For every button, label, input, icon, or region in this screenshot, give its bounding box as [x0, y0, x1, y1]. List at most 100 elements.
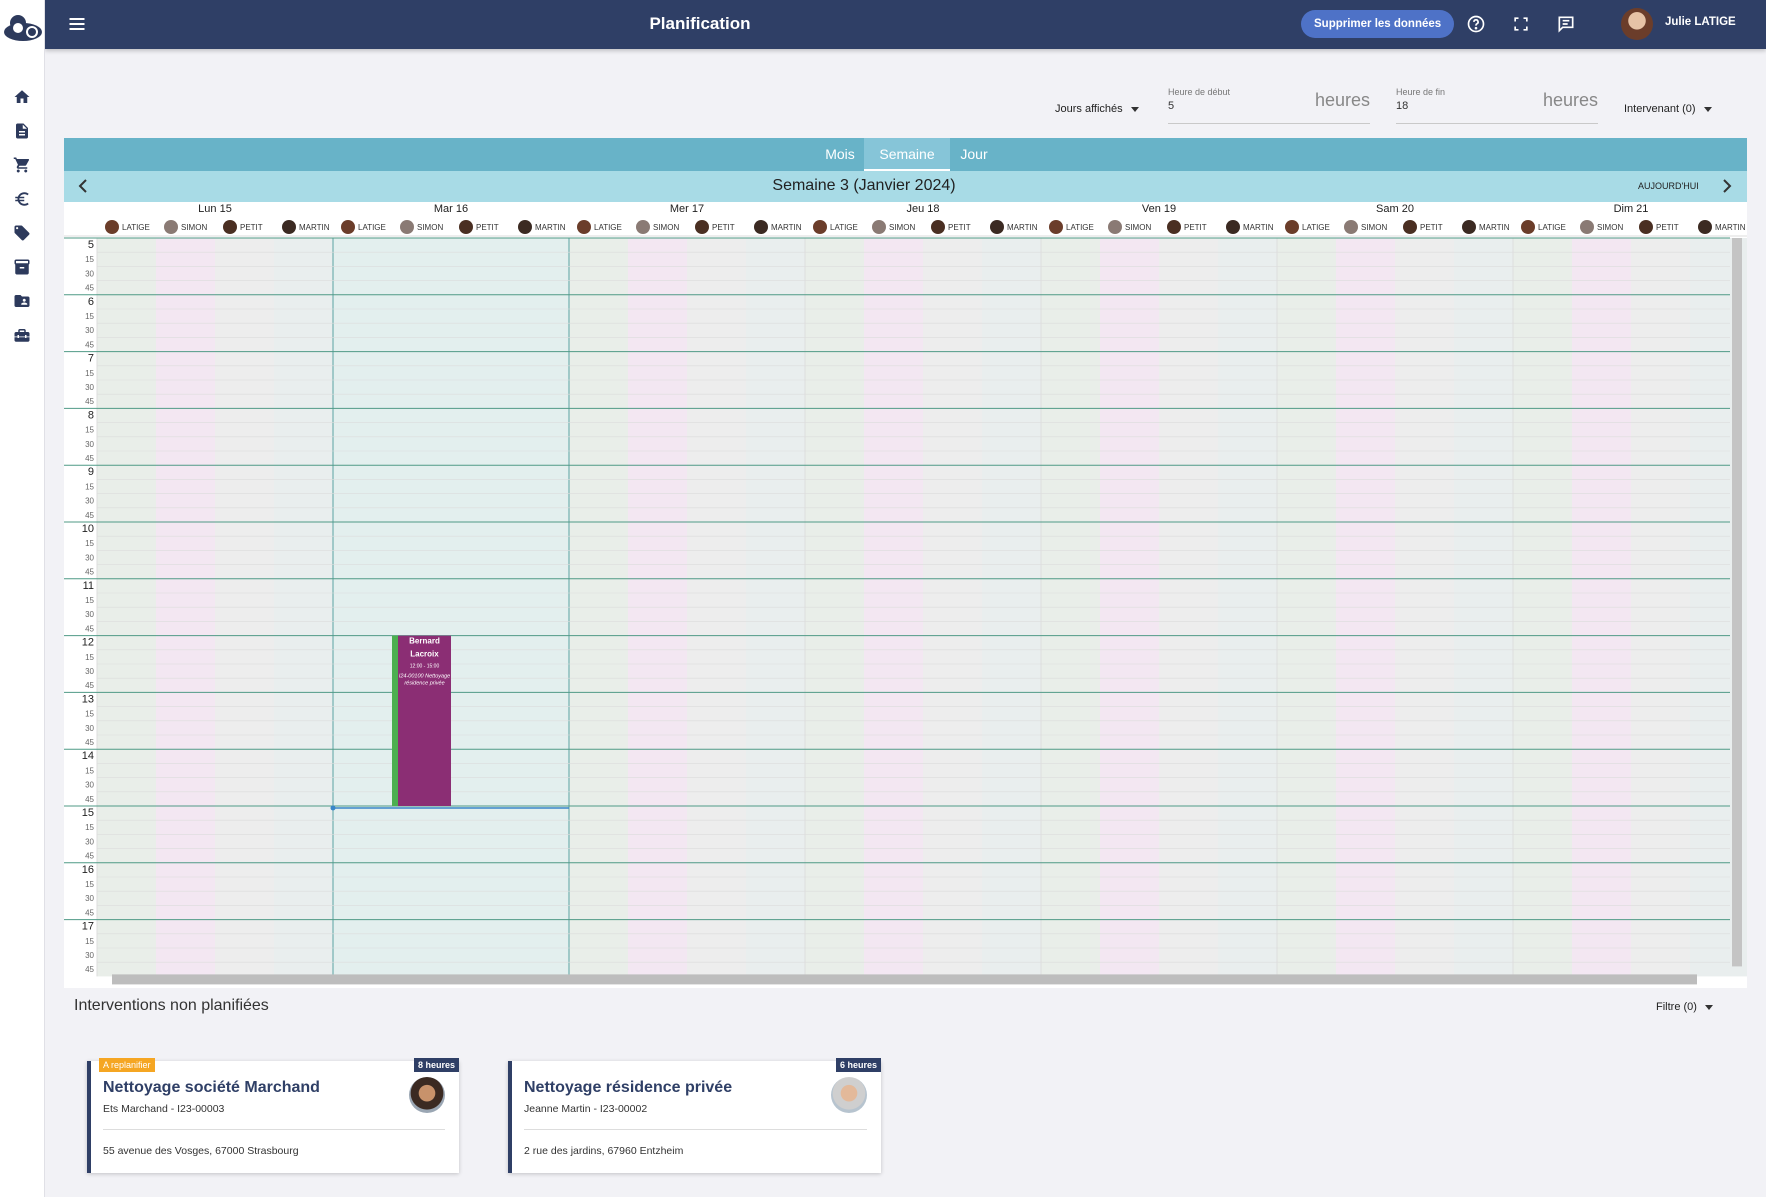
staff-label: MARTIN — [1007, 223, 1038, 232]
event-description: résidence privée — [404, 681, 444, 687]
day-header: Mer 17 — [670, 203, 704, 215]
quarter-label: 30 — [85, 951, 94, 960]
end-hour-input[interactable] — [1396, 100, 1516, 112]
week-navigation: Semaine 3 (Janvier 2024) AUJOURD'HUI — [64, 171, 1747, 202]
event-title-line: Lacroix — [410, 650, 439, 659]
help-icon[interactable] — [1466, 14, 1486, 34]
tab-week[interactable]: Semaine — [864, 138, 950, 171]
start-hour-field[interactable]: Heure de début heures — [1168, 87, 1370, 124]
week-title: Semaine 3 (Janvier 2024) — [772, 177, 956, 194]
start-hour-unit: heures — [1314, 90, 1370, 110]
cart-icon[interactable] — [12, 155, 32, 175]
quarter-label: 15 — [85, 766, 94, 775]
quarter-label: 15 — [85, 653, 94, 662]
staff-label: PETIT — [948, 223, 971, 232]
hours-badge: 6 heures — [835, 1058, 881, 1072]
unplanned-filter-select[interactable]: Filtre (0) — [1656, 1001, 1713, 1013]
card-divider — [103, 1129, 445, 1130]
staff-avatar — [164, 220, 178, 234]
event-title-line: Bernard — [409, 637, 440, 646]
card-title: Nettoyage résidence privée — [524, 1079, 733, 1096]
quarter-label: 30 — [85, 837, 94, 846]
quarter-label: 30 — [85, 610, 94, 619]
unplanned-card[interactable]: A replanifier 8 heures Nettoyage société… — [87, 1058, 459, 1173]
staff-avatar — [990, 220, 1004, 234]
staff-label: MARTIN — [1479, 223, 1510, 232]
week-calendar[interactable]: Lun 15 LATIGE SIMON PETIT MARTIN Mar 16 LATIGE… — [64, 202, 1747, 988]
quarter-label: 15 — [85, 312, 94, 321]
quarter-label: 45 — [85, 454, 94, 463]
chevron-down-icon — [1130, 106, 1139, 112]
start-hour-input[interactable] — [1168, 100, 1288, 112]
staff-label: SIMON — [653, 223, 679, 232]
next-week-icon[interactable] — [1718, 178, 1734, 194]
home-icon[interactable] — [12, 87, 32, 107]
staff-label: SIMON — [889, 223, 915, 232]
staff-label: MARTIN — [1715, 223, 1746, 232]
staff-avatar — [1698, 220, 1712, 234]
today-button[interactable]: AUJOURD'HUI — [1638, 181, 1699, 191]
staff-avatar — [754, 220, 768, 234]
hour-label: 9 — [88, 466, 94, 478]
staff-avatar — [872, 220, 886, 234]
staff-label: LATIGE — [1538, 223, 1566, 232]
staff-label: PETIT — [476, 223, 499, 232]
quarter-label: 45 — [85, 397, 94, 406]
staff-label: LATIGE — [1302, 223, 1330, 232]
staff-label: SIMON — [1125, 223, 1151, 232]
end-hour-field[interactable]: Heure de fin heures — [1396, 87, 1598, 124]
staff-label: SIMON — [417, 223, 443, 232]
staff-avatar — [1462, 220, 1476, 234]
quarter-label: 45 — [85, 965, 94, 974]
contact-icon[interactable] — [12, 291, 32, 311]
staff-label: SIMON — [1597, 223, 1623, 232]
hour-label: 10 — [82, 523, 94, 535]
hour-label: 6 — [88, 296, 94, 308]
hour-label: 5 — [88, 239, 94, 251]
staff-avatar — [223, 220, 237, 234]
staff-label: SIMON — [181, 223, 207, 232]
days-shown-select[interactable]: Jours affichés — [1055, 103, 1139, 115]
hour-label: 16 — [82, 864, 94, 876]
chevron-down-icon — [1703, 106, 1712, 112]
card-divider — [524, 1129, 867, 1130]
toolbox-icon[interactable] — [12, 325, 32, 345]
archive-icon[interactable] — [12, 257, 32, 277]
document-icon[interactable] — [12, 121, 32, 141]
chat-icon[interactable] — [1556, 14, 1576, 34]
hour-label: 8 — [88, 409, 94, 421]
quarter-label: 45 — [85, 852, 94, 861]
quarter-label: 30 — [85, 497, 94, 506]
quarter-label: 15 — [85, 880, 94, 889]
quarter-label: 30 — [85, 383, 94, 392]
quarter-label: 30 — [85, 667, 94, 676]
staff-label: PETIT — [1184, 223, 1207, 232]
intervenant-select[interactable]: Intervenant (0) — [1624, 103, 1712, 115]
app-logo[interactable] — [2, 8, 44, 44]
page-title: Planification — [649, 14, 751, 33]
staff-avatar — [1108, 220, 1122, 234]
user-avatar[interactable] — [1621, 8, 1653, 40]
unplanned-card[interactable]: 6 heures Nettoyage résidence privée Jean… — [508, 1058, 881, 1173]
avatar — [831, 1077, 867, 1113]
tag-icon[interactable] — [12, 223, 32, 243]
staff-label: PETIT — [1656, 223, 1679, 232]
hour-label: 14 — [82, 750, 94, 762]
staff-label: PETIT — [240, 223, 263, 232]
event-description: I24-00100 Nettoyage — [399, 674, 450, 680]
user-name[interactable]: Julie LATIGE — [1665, 16, 1736, 28]
staff-label: PETIT — [1420, 223, 1443, 232]
hour-label: 11 — [83, 580, 94, 592]
euro-icon[interactable] — [12, 189, 32, 209]
fullscreen-icon[interactable] — [1511, 14, 1531, 34]
view-tabs: Mois Semaine Jour — [64, 138, 1747, 171]
quarter-label: 30 — [85, 269, 94, 278]
tab-day[interactable]: Jour — [950, 138, 998, 171]
quarter-label: 30 — [85, 326, 94, 335]
staff-avatar — [341, 220, 355, 234]
card-address: 55 avenue des Vosges, 67000 Strasbourg — [103, 1145, 299, 1157]
hour-label: 13 — [82, 693, 94, 705]
delete-data-button[interactable]: Supprimer les données — [1301, 10, 1455, 38]
vertical-scrollbar — [1732, 238, 1742, 967]
quarter-label: 15 — [85, 710, 94, 719]
